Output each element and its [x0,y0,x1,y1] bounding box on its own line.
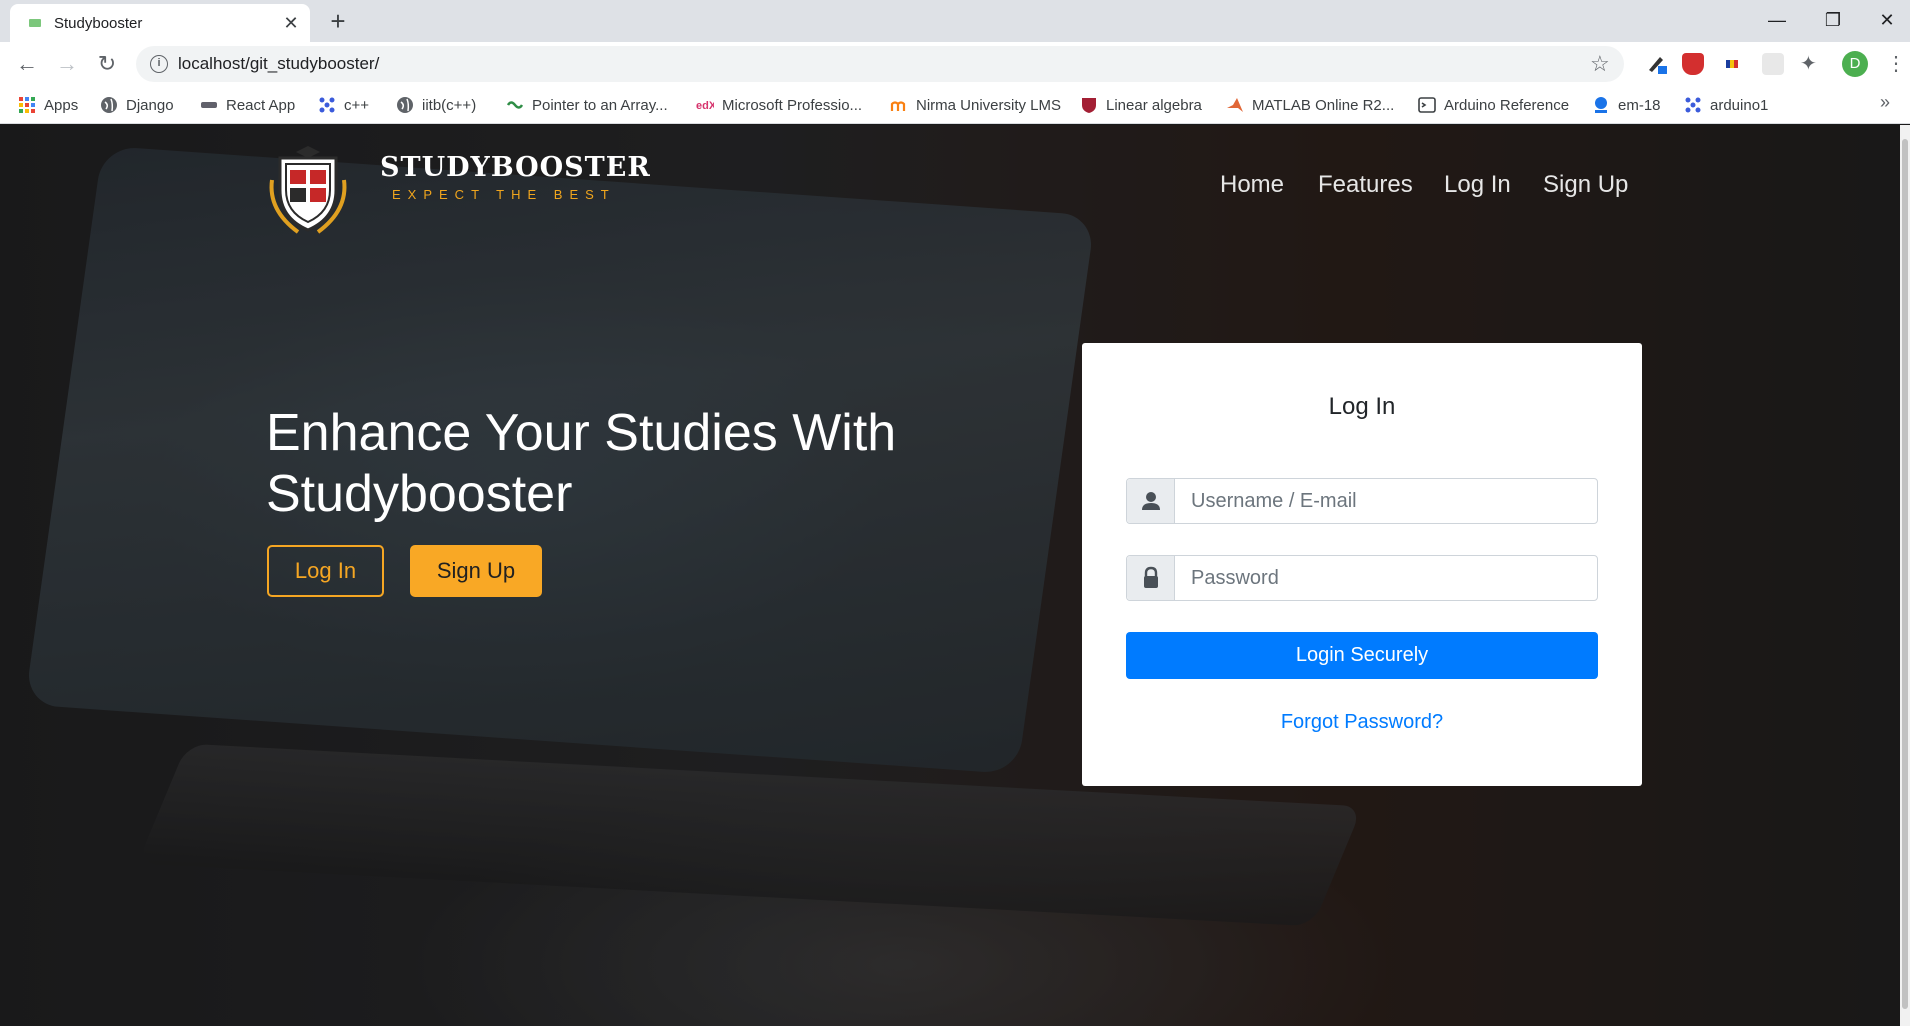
password-field[interactable] [1126,555,1598,601]
password-input[interactable] [1175,556,1597,600]
maximize-button[interactable]: ❐ [1810,6,1856,34]
address-bar[interactable]: i localhost/git_studybooster/ ☆ [136,46,1624,82]
gfg-icon [506,101,524,109]
tab-close-icon[interactable]: ✕ [280,12,302,34]
extension-shield-icon[interactable] [1682,53,1704,75]
extension-blank-icon[interactable] [1762,53,1784,75]
lock-icon [1127,556,1175,600]
apps-grid-icon [19,97,35,113]
browser-tab[interactable]: Studybooster ✕ [10,4,310,42]
react-icon [201,102,217,108]
browser-menu-icon[interactable]: ⋮ [1886,50,1906,78]
bookmark-microsoft[interactable]: edX Microsoft Professio... [696,94,862,116]
dots-icon [319,97,335,113]
new-tab-button[interactable]: + [324,8,352,36]
bookmark-label: iitb(c++) [422,96,477,114]
shield-icon [1082,98,1096,113]
nav-home-link[interactable]: Home [1220,171,1284,199]
login-card: Log In Login Securely Forgot Password? [1082,343,1642,786]
bookmark-label: arduino1 [1710,96,1769,114]
bookmark-label: Apps [44,96,79,114]
nav-login-link[interactable]: Log In [1444,171,1511,199]
bookmark-label: Microsoft Professio... [722,96,863,114]
bookmark-arduino1[interactable]: arduino1 [1684,94,1768,116]
hero-signup-button[interactable]: Sign Up [410,545,542,597]
bookmark-label: Pointer to an Array... [532,96,668,114]
bookmark-label: Arduino Reference [1444,96,1570,114]
reload-button[interactable]: ↻ [92,50,122,80]
bookmark-linear-algebra[interactable]: Linear algebra [1080,94,1202,116]
bookmark-label: MATLAB Online R2... [1252,96,1395,114]
bookmark-label: Nirma University LMS [916,96,1062,114]
bookmark-nirma-lms[interactable]: Nirma University LMS [890,94,1061,116]
brand-name[interactable]: STUDYBOOSTER [380,152,651,183]
nav-signup-link[interactable]: Sign Up [1543,171,1628,199]
bookmark-label: React App [226,96,296,114]
forward-button[interactable]: → [52,50,82,80]
bookmark-label: c++ [344,96,370,114]
extension-pen-icon[interactable] [1646,53,1668,75]
matlab-icon [1227,98,1243,112]
bookmark-pointer-array[interactable]: Pointer to an Array... [506,94,668,116]
nav-features-link[interactable]: Features [1318,171,1413,199]
username-input[interactable] [1175,479,1597,523]
user-icon [1127,479,1175,523]
site-info-icon[interactable]: i [150,55,168,73]
page-viewport: STUDYBOOSTER EXPECT THE BEST Home Featur… [0,125,1910,1026]
bookmark-react-app[interactable]: React App [200,94,295,116]
moodle-icon [890,101,906,111]
browser-toolbar: ← → ↻ i localhost/git_studybooster/ ☆ ✦ … [0,42,1910,86]
bookmark-label: Linear algebra [1106,96,1202,114]
bookmark-arduino-reference[interactable]: Arduino Reference [1418,94,1569,116]
login-securely-button[interactable]: Login Securely [1126,632,1598,679]
globe-icon [101,97,117,113]
bookmark-label: em-18 [1618,96,1661,114]
tab-title: Studybooster [54,15,143,32]
globe-icon [397,97,413,113]
page-scrollbar[interactable] [1900,125,1910,1026]
jio-icon [1595,97,1607,113]
username-field[interactable] [1126,478,1598,524]
bookmark-cpp[interactable]: c++ [318,94,369,116]
bookmark-label: Django [126,96,174,114]
bookmark-em18[interactable]: em-18 [1592,94,1661,116]
hero-login-button[interactable]: Log In [267,545,384,597]
dots-icon [1685,97,1701,113]
bookmark-star-icon[interactable]: ☆ [1590,51,1610,77]
hero-heading: Enhance Your Studies With Studybooster [266,404,897,523]
minimize-button[interactable]: — [1754,6,1800,34]
address-url[interactable]: localhost/git_studybooster/ [178,54,379,74]
back-button[interactable]: ← [12,50,42,80]
bookmark-django[interactable]: Django [100,94,174,116]
bookmarks-bar: Apps Django React App c++ iitb(c++) Poin… [0,86,1910,124]
terminal-icon [1418,97,1436,113]
login-card-title: Log In [1328,393,1396,420]
svg-text:edX: edX [696,100,714,112]
bookmark-matlab[interactable]: MATLAB Online R2... [1226,94,1394,116]
studybooster-logo-icon[interactable] [258,140,358,240]
brand-tagline: EXPECT THE BEST [392,187,616,202]
extensions-puzzle-icon[interactable]: ✦ [1800,53,1822,75]
tab-strip: Studybooster ✕ + — ❐ ✕ [0,0,1910,42]
bookmarks-overflow-icon[interactable]: » [1880,92,1890,113]
site-favicon-icon [29,19,41,27]
scrollbar-thumb[interactable] [1902,139,1908,1009]
bookmark-iitb[interactable]: iitb(c++) [396,94,476,116]
bookmark-apps[interactable]: Apps [18,94,78,116]
edx-icon: edX [696,100,714,112]
close-window-button[interactable]: ✕ [1864,6,1910,34]
extension-flag-icon[interactable] [1722,53,1744,75]
forgot-password-link[interactable]: Forgot Password? [1082,711,1642,734]
profile-avatar[interactable]: D [1842,51,1868,77]
